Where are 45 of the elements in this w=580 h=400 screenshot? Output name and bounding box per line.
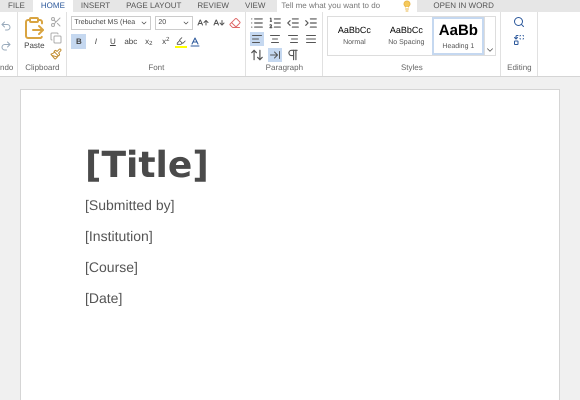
- document-line: [Submitted by]: [85, 196, 176, 215]
- caret-icon: [182, 19, 190, 27]
- font-color-icon[interactable]: [189, 36, 202, 48]
- paste-button[interactable]: Paste: [22, 16, 46, 60]
- ribbon-tab[interactable]: REVIEW: [189, 0, 237, 12]
- ribbon-tab[interactable]: VIEW: [236, 0, 274, 12]
- open-in-word-button[interactable]: OPEN IN WORD: [417, 0, 510, 12]
- format-button[interactable]: B: [71, 34, 86, 49]
- format-button[interactable]: x$_{2}$: [141, 34, 156, 49]
- group-label: Font: [147, 62, 166, 74]
- document-line: [Institution]: [85, 227, 154, 246]
- document-line: [Course]: [85, 258, 139, 277]
- group-label: Editing: [506, 62, 533, 74]
- numbering-icon[interactable]: [268, 16, 282, 30]
- document-title: [Title]: [85, 148, 210, 184]
- search-icon[interactable]: [513, 16, 526, 28]
- align-button[interactable]: [304, 32, 318, 46]
- format-painter-icon[interactable]: [50, 48, 62, 60]
- decrease-indent-icon[interactable]: [286, 16, 300, 30]
- ribbon-tab[interactable]: PAGE LAYOUT: [118, 0, 190, 12]
- highlighter-icon[interactable]: [175, 36, 188, 48]
- pilcrow-icon[interactable]: [286, 48, 300, 62]
- increase-indent-icon[interactable]: [304, 16, 318, 30]
- eraser-icon[interactable]: [229, 17, 242, 29]
- align-button[interactable]: [268, 32, 282, 46]
- tell-me-field[interactable]: Tell me what you want to do: [277, 0, 418, 12]
- line-spacing-icon[interactable]: [250, 48, 264, 62]
- align-button[interactable]: [250, 32, 264, 46]
- caret-icon: [140, 19, 148, 27]
- document-line: [Date]: [85, 289, 124, 308]
- left-to-right-button[interactable]: [268, 48, 282, 62]
- bullets-icon[interactable]: [250, 16, 264, 30]
- format-button[interactable]: I: [88, 34, 104, 49]
- format-button[interactable]: abc: [122, 34, 140, 49]
- group-label: Paragraph: [264, 62, 304, 74]
- ribbon-tab[interactable]: INSERT: [72, 0, 118, 12]
- group-label: Styles: [400, 62, 424, 74]
- ribbon-tab[interactable]: FILE: [0, 0, 33, 12]
- align-button[interactable]: [286, 32, 300, 46]
- group-label: ndo: [0, 62, 14, 74]
- format-button[interactable]: x$^{2}$: [158, 34, 174, 49]
- ribbon-tab[interactable]: HOME: [32, 0, 73, 12]
- format-button[interactable]: U: [105, 34, 120, 49]
- group-label: Clipboard: [24, 62, 60, 74]
- replace-icon[interactable]: [513, 34, 526, 46]
